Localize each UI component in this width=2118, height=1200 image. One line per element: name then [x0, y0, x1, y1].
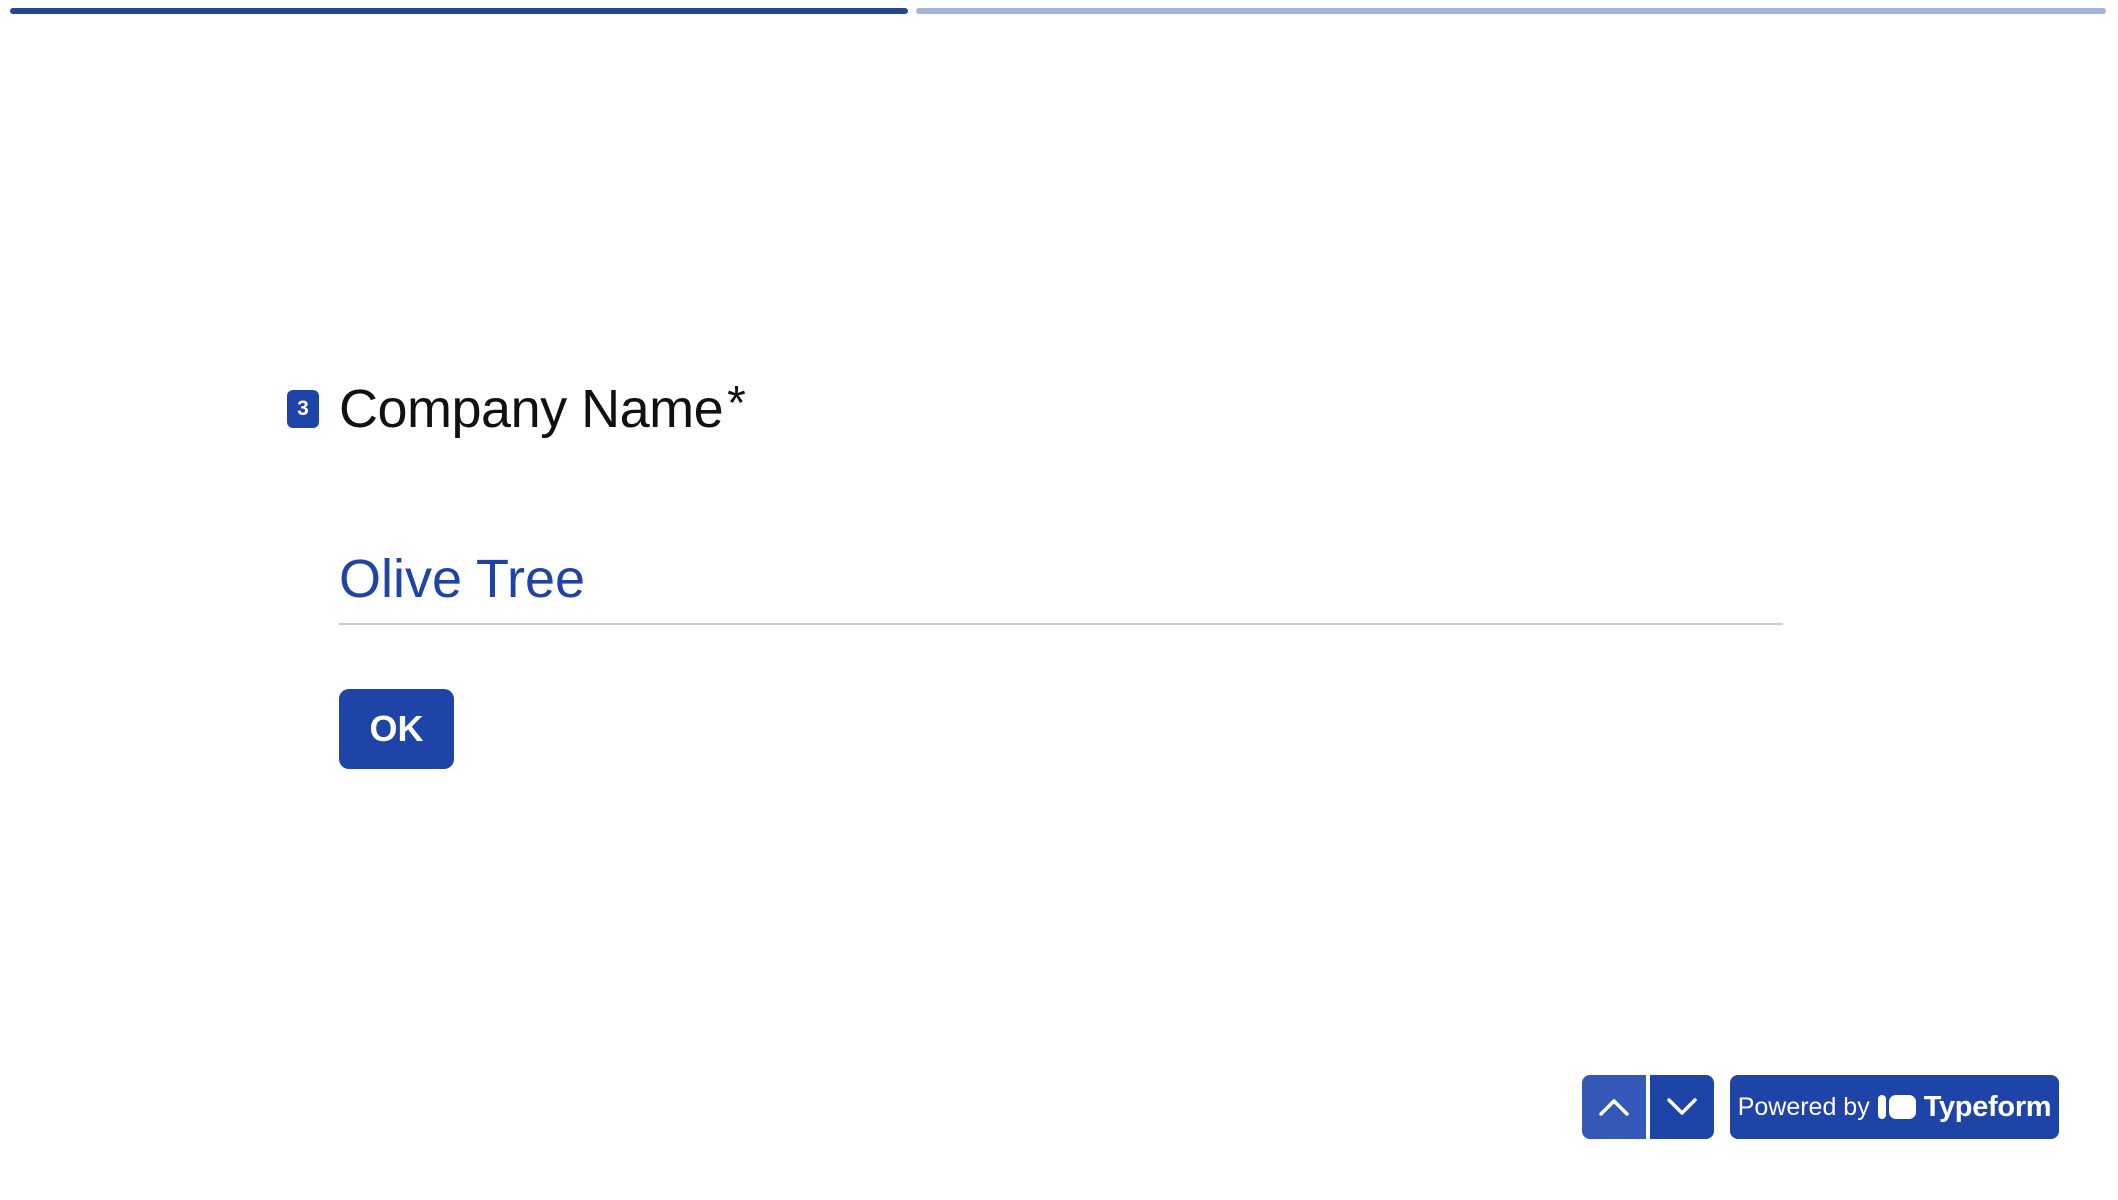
company-name-input[interactable]	[339, 535, 1783, 625]
typeform-logo-icon	[1877, 1094, 1916, 1120]
question-number-badge: 3	[287, 390, 319, 428]
question-title: Company Name	[339, 379, 724, 439]
next-question-button[interactable]	[1650, 1075, 1714, 1139]
progress-track	[10, 8, 2106, 14]
chevron-up-icon	[1599, 1099, 1629, 1116]
progress-bar	[10, 8, 2106, 14]
chevron-down-icon	[1667, 1098, 1697, 1115]
previous-question-button[interactable]	[1582, 1075, 1646, 1139]
ok-button[interactable]: OK	[339, 689, 454, 769]
progress-completed	[10, 8, 908, 14]
progress-remaining	[915, 8, 2106, 14]
typeform-brand: Typeform	[1923, 1090, 2052, 1123]
typeform-page: 3 Company Name * OK Powered by Typeform	[0, 0, 2118, 1200]
required-asterisk: *	[727, 376, 746, 430]
question-header: 3 Company Name *	[287, 376, 746, 440]
powered-by-typeform-button[interactable]: Powered by Typeform	[1730, 1075, 2059, 1139]
powered-by-label: Powered by	[1737, 1092, 1870, 1121]
